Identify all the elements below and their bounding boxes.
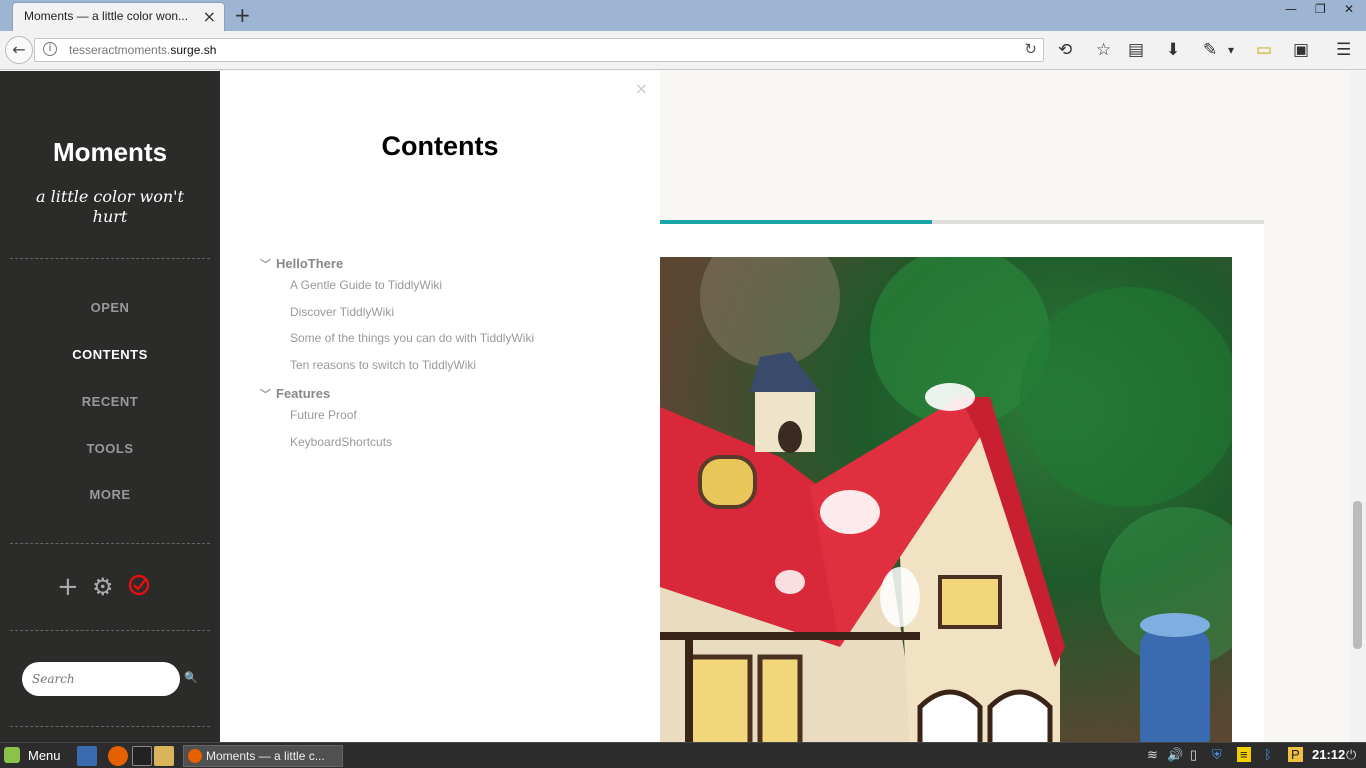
- toc-item[interactable]: A Gentle Guide to TiddlyWiki: [290, 278, 442, 292]
- browser-nav-bar: ← i tesseractmoments.surge.sh ↻ ⟲ ☆ ▤ ⬇ …: [0, 31, 1366, 70]
- notes-icon[interactable]: ≡: [1237, 747, 1251, 762]
- volume-icon[interactable]: 🔊: [1167, 747, 1183, 763]
- new-tab-icon[interactable]: +: [234, 3, 251, 27]
- gear-icon[interactable]: ⚙: [92, 574, 114, 600]
- divider: [10, 726, 210, 727]
- url-text: tesseractmoments.surge.sh: [69, 43, 217, 57]
- clipboard-icon[interactable]: ▯: [1190, 747, 1197, 763]
- bluetooth-icon[interactable]: ᛒ: [1264, 747, 1272, 762]
- divider: [10, 258, 210, 259]
- chevron-down-icon[interactable]: ﹀: [260, 256, 276, 272]
- search-icon[interactable]: 🔍: [184, 671, 198, 684]
- os-taskbar: Menu Moments — a little c... ≋ 🔊 ▯ ⛨ ≡ ᛒ…: [0, 742, 1366, 768]
- toc-item[interactable]: Future Proof: [290, 408, 357, 422]
- search-input[interactable]: [22, 662, 180, 696]
- toc-item[interactable]: KeyboardShortcuts: [290, 435, 392, 449]
- browser-tab-bar: Moments — a little color won... × + — ❐ …: [0, 0, 1366, 31]
- close-window-icon[interactable]: ✕: [1344, 2, 1354, 16]
- christmas-house-photo: [660, 257, 1232, 742]
- browser-tab[interactable]: Moments — a little color won... ×: [12, 2, 225, 31]
- toc-group-features[interactable]: ﹀ Features: [260, 386, 330, 402]
- reload-icon[interactable]: ↻: [1024, 40, 1037, 58]
- nav-open[interactable]: OPEN: [0, 300, 220, 315]
- toc-item[interactable]: Some of the things you can do with Tiddl…: [290, 331, 534, 345]
- mint-logo-icon: [4, 747, 20, 763]
- download-icon[interactable]: ⬇: [1166, 40, 1180, 60]
- sidebar: Moments a little color won't hurt OPEN C…: [0, 71, 220, 742]
- site-title[interactable]: Moments: [0, 137, 220, 168]
- screenshot-icon[interactable]: ▣: [1293, 40, 1309, 60]
- plus-icon[interactable]: +: [57, 574, 79, 600]
- page-scrollbar[interactable]: [1350, 71, 1366, 742]
- url-bar[interactable]: i tesseractmoments.surge.sh ↻: [34, 38, 1044, 62]
- folder-icon[interactable]: [154, 746, 174, 766]
- tab-title: Moments — a little color won...: [24, 9, 189, 23]
- back-arrow-icon[interactable]: ←: [5, 36, 33, 64]
- clock[interactable]: 21:12: [1312, 747, 1345, 762]
- story-river: [660, 71, 1350, 742]
- taskbar-window-firefox[interactable]: Moments — a little c...: [183, 745, 343, 767]
- wifi-icon[interactable]: ≋: [1147, 747, 1158, 763]
- toc-item[interactable]: Ten reasons to switch to TiddlyWiki: [290, 358, 476, 372]
- power-icon[interactable]: ⏻: [1346, 747, 1356, 763]
- page-title: Contents: [381, 131, 499, 161]
- reading-list-icon[interactable]: ▤: [1128, 40, 1144, 60]
- chevron-down-icon[interactable]: ﹀: [260, 386, 276, 402]
- show-desktop-icon[interactable]: [77, 746, 97, 766]
- check-circle-icon[interactable]: [128, 574, 150, 601]
- divider: [10, 630, 210, 631]
- nav-contents[interactable]: CONTENTS: [0, 347, 220, 362]
- eyedropper-icon[interactable]: ✎: [1203, 40, 1217, 60]
- nav-tools[interactable]: TOOLS: [0, 441, 220, 456]
- history-icon[interactable]: ⟲: [1058, 40, 1072, 60]
- ruler-icon[interactable]: ▭: [1256, 40, 1272, 60]
- bookmark-star-icon[interactable]: ☆: [1096, 40, 1111, 60]
- start-menu-button[interactable]: Menu: [4, 747, 61, 763]
- divider: [10, 543, 210, 544]
- contents-panel: × Contents ﹀ HelloThere A Gentle Guide to…: [220, 71, 660, 742]
- nav-recent[interactable]: RECENT: [0, 394, 220, 409]
- p-indicator-icon[interactable]: P: [1288, 747, 1303, 762]
- shield-icon[interactable]: ⛨: [1212, 747, 1222, 763]
- firefox-icon: [188, 749, 202, 763]
- tab-close-icon[interactable]: ×: [203, 7, 216, 26]
- restore-icon[interactable]: ❐: [1315, 2, 1326, 16]
- terminal-icon[interactable]: [132, 746, 152, 766]
- site-subtitle: a little color won't hurt: [36, 187, 184, 226]
- chevron-down-icon[interactable]: ▾: [1228, 40, 1234, 60]
- toc-item[interactable]: Discover TiddlyWiki: [290, 305, 394, 319]
- close-icon[interactable]: ×: [635, 79, 648, 98]
- minimize-icon[interactable]: —: [1285, 2, 1297, 16]
- info-icon[interactable]: i: [43, 42, 57, 56]
- toc-group-hellothere[interactable]: ﹀ HelloThere: [260, 256, 343, 272]
- firefox-icon[interactable]: [108, 746, 128, 766]
- scroll-thumb[interactable]: [1353, 501, 1362, 649]
- hamburger-menu-icon[interactable]: ☰: [1336, 40, 1351, 60]
- nav-more[interactable]: MORE: [0, 487, 220, 502]
